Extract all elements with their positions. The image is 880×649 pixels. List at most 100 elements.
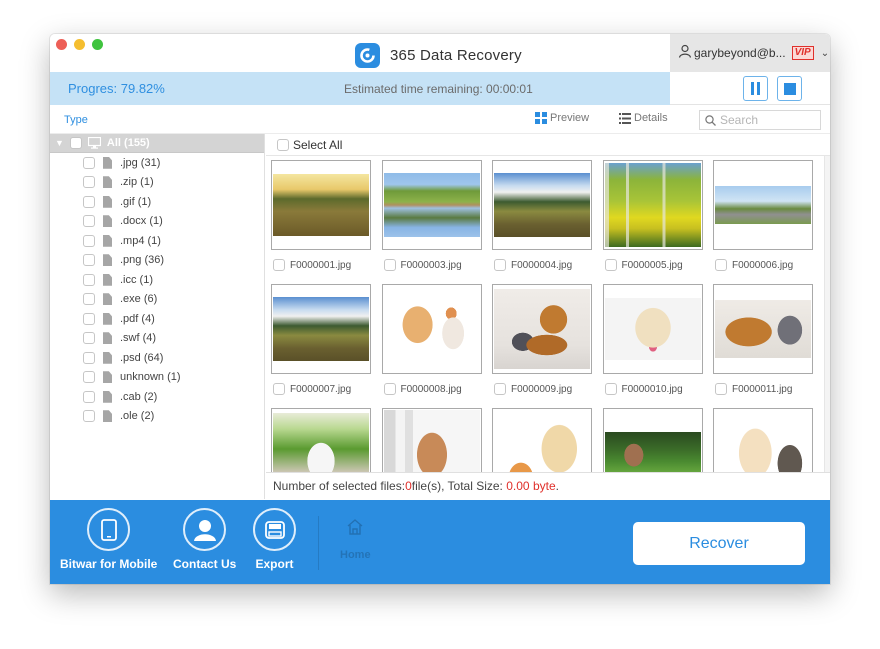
zoom-window-button[interactable] — [92, 39, 103, 50]
export-button[interactable]: Export — [253, 508, 296, 571]
tree-item-checkbox[interactable] — [83, 371, 95, 384]
export-disk-icon — [253, 508, 296, 551]
tree-root-label: All (155) — [106, 137, 150, 149]
expand-triangle-icon[interactable]: ▼ — [55, 138, 64, 148]
file-card[interactable]: F0000010.jpg — [602, 284, 703, 395]
tree-item[interactable]: .pdf (4) — [50, 309, 264, 329]
file-thumbnail[interactable] — [713, 160, 813, 250]
bottom-divider — [318, 516, 319, 570]
tree-item-checkbox[interactable] — [83, 234, 95, 247]
account-menu[interactable]: garybeyond@b... VIP ⌄ — [670, 34, 830, 72]
preview-view-button[interactable]: Preview — [535, 112, 589, 124]
file-thumbnail[interactable] — [381, 408, 482, 472]
tree-item[interactable]: .jpg (31) — [50, 153, 264, 173]
details-view-button[interactable]: Details — [619, 112, 668, 124]
select-all-checkbox[interactable] — [277, 138, 289, 151]
preview-label: Preview — [550, 112, 590, 124]
tree-item-checkbox[interactable] — [83, 410, 95, 423]
file-thumbnail[interactable] — [271, 408, 371, 472]
file-card[interactable]: F0000007.jpg — [271, 284, 371, 395]
file-checkbox[interactable] — [273, 259, 285, 271]
tree-item-checkbox[interactable] — [83, 332, 95, 345]
file-card[interactable] — [381, 408, 482, 472]
file-card[interactable] — [271, 408, 371, 472]
tree-item-checkbox[interactable] — [83, 215, 95, 228]
tree-item[interactable]: .zip (1) — [50, 173, 264, 193]
search-input[interactable] — [720, 113, 815, 127]
tree-item[interactable]: unknown (1) — [50, 368, 264, 388]
file-card[interactable] — [602, 408, 703, 472]
minimize-window-button[interactable] — [74, 39, 85, 50]
tree-item-checkbox[interactable] — [83, 351, 95, 364]
home-button[interactable]: Home — [340, 518, 371, 561]
type-header[interactable]: Type — [64, 114, 88, 126]
file-card[interactable]: F0000006.jpg — [713, 160, 813, 271]
pause-button[interactable] — [743, 76, 768, 101]
tree-item[interactable]: .exe (6) — [50, 290, 264, 310]
tree-root-all[interactable]: ▼ All (155) — [50, 134, 264, 153]
contact-us-button[interactable]: Contact Us — [173, 508, 236, 571]
tree-item-checkbox[interactable] — [83, 156, 95, 169]
pause-icon — [751, 82, 760, 95]
vip-badge: VIP — [791, 46, 814, 60]
search-box[interactable] — [699, 110, 821, 130]
bitwar-for-mobile-button[interactable]: Bitwar for Mobile — [60, 508, 157, 571]
file-thumbnail[interactable] — [602, 408, 703, 472]
file-checkbox[interactable] — [494, 259, 506, 271]
file-thumbnail[interactable] — [602, 160, 703, 250]
file-card[interactable]: F0000001.jpg — [271, 160, 371, 271]
file-checkbox[interactable] — [494, 383, 506, 395]
tree-item[interactable]: .docx (1) — [50, 212, 264, 232]
select-all-label[interactable]: Select All — [293, 138, 342, 152]
file-card[interactable]: F0000004.jpg — [492, 160, 592, 271]
tree-item-checkbox[interactable] — [83, 195, 95, 208]
close-window-button[interactable] — [56, 39, 67, 50]
file-checkbox[interactable] — [715, 383, 727, 395]
tree-item-checkbox[interactable] — [83, 390, 95, 403]
tree-item-label: .mp4 (1) — [120, 234, 161, 247]
file-thumbnail[interactable] — [271, 284, 371, 374]
recover-button[interactable]: Recover — [633, 522, 805, 565]
tree-item[interactable]: .psd (64) — [50, 348, 264, 368]
file-thumbnail[interactable] — [381, 284, 482, 374]
tree-item[interactable]: .mp4 (1) — [50, 231, 264, 251]
file-thumbnail[interactable] — [713, 408, 813, 472]
tree-item[interactable]: .cab (2) — [50, 387, 264, 407]
file-card[interactable] — [492, 408, 592, 472]
tree-item[interactable]: .ole (2) — [50, 407, 264, 427]
file-card[interactable]: F0000003.jpg — [381, 160, 482, 271]
tree-item-checkbox[interactable] — [83, 293, 95, 306]
tree-item-checkbox[interactable] — [83, 273, 95, 286]
file-card[interactable]: F0000011.jpg — [713, 284, 813, 395]
tree-item-label: .cab (2) — [120, 390, 158, 403]
file-checkbox[interactable] — [273, 383, 285, 395]
file-icon — [103, 351, 112, 364]
file-checkbox[interactable] — [383, 259, 396, 271]
grid-scrollbar[interactable] — [824, 156, 830, 472]
file-checkbox[interactable] — [604, 383, 617, 395]
file-card[interactable]: F0000008.jpg — [381, 284, 482, 395]
tree-root-checkbox[interactable] — [69, 137, 82, 149]
tree-item-checkbox[interactable] — [83, 254, 95, 267]
file-checkbox[interactable] — [715, 259, 727, 271]
file-card[interactable] — [713, 408, 813, 472]
file-icon — [103, 371, 112, 384]
file-checkbox[interactable] — [383, 383, 396, 395]
tree-item[interactable]: .gif (1) — [50, 192, 264, 212]
file-thumbnail[interactable] — [713, 284, 813, 374]
tree-item[interactable]: .png (36) — [50, 251, 264, 271]
tree-item-checkbox[interactable] — [83, 176, 95, 189]
file-card[interactable]: F0000005.jpg — [602, 160, 703, 271]
file-card[interactable]: F0000009.jpg — [492, 284, 592, 395]
tree-item-checkbox[interactable] — [83, 312, 95, 325]
file-thumbnail[interactable] — [492, 284, 592, 374]
file-thumbnail[interactable] — [492, 408, 592, 472]
file-checkbox[interactable] — [604, 259, 617, 271]
file-thumbnail[interactable] — [602, 284, 703, 374]
tree-item[interactable]: .icc (1) — [50, 270, 264, 290]
stop-button[interactable] — [777, 76, 802, 101]
file-thumbnail[interactable] — [381, 160, 482, 250]
file-thumbnail[interactable] — [492, 160, 592, 250]
tree-item[interactable]: .swf (4) — [50, 329, 264, 349]
file-thumbnail[interactable] — [271, 160, 371, 250]
